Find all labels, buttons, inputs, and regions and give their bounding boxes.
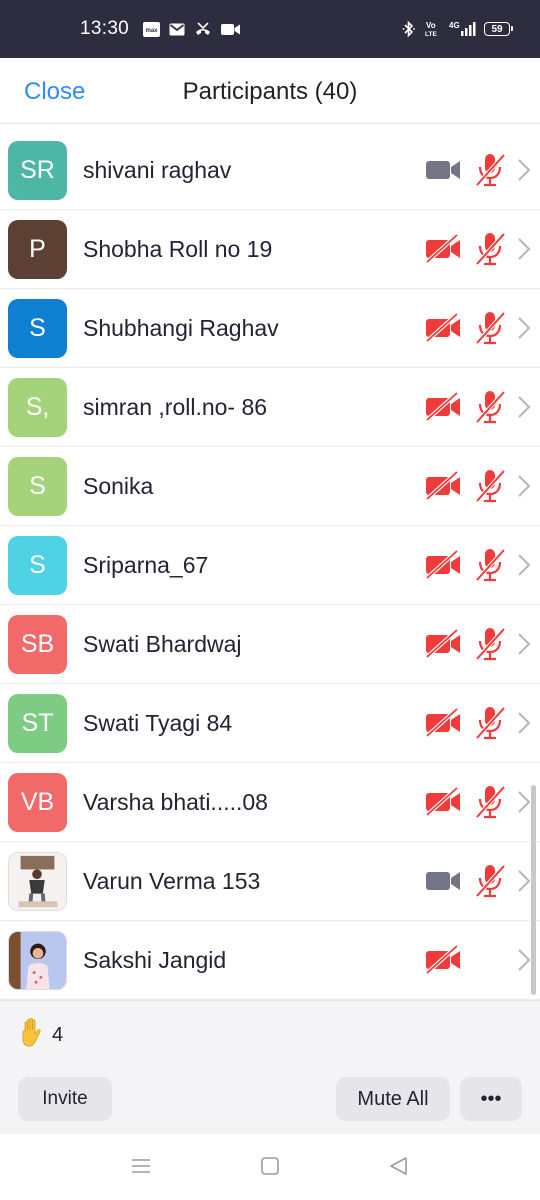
participant-row[interactable]: SB Swati Bhardwaj [0, 605, 540, 684]
participant-row[interactable]: S Shubhangi Raghav [0, 289, 540, 368]
mic-muted-icon [474, 626, 506, 662]
participant-list[interactable]: SR shivani raghav P Shobha Roll no 19 S Shubh… [0, 131, 540, 1000]
video-off-icon [424, 944, 462, 975]
participant-name: Sriparna_67 [83, 551, 209, 578]
participant-name: Swati Bhardwaj [83, 630, 242, 657]
volte-icon: Vo LTE [424, 20, 440, 38]
mic-muted-icon [474, 310, 506, 346]
status-right-icons: Vo LTE 4G 59 [402, 20, 513, 38]
chevron-right-icon[interactable] [516, 552, 532, 578]
missed-call-icon [194, 21, 212, 37]
participant-name: Swati Tyagi 84 [83, 709, 233, 736]
mic-muted-icon [474, 547, 506, 583]
avatar [8, 930, 67, 990]
participant-row[interactable]: P Shobha Roll no 19 [0, 210, 540, 289]
raised-hands-indicator[interactable]: 4 [18, 1017, 63, 1054]
participant-row[interactable]: VB Varsha bhati.....08 [0, 763, 540, 842]
mic-muted-icon [474, 863, 506, 899]
video-off-icon [424, 312, 462, 343]
mic-muted-icon [474, 389, 506, 425]
svg-text:max: max [146, 28, 159, 34]
chevron-right-icon[interactable] [516, 947, 532, 973]
max-app-icon: max [143, 21, 161, 37]
mic-muted-icon [474, 468, 506, 504]
chevron-right-icon[interactable] [516, 394, 532, 420]
scrollbar[interactable] [531, 785, 536, 995]
video-off-icon [424, 470, 462, 501]
svg-text:LTE: LTE [425, 31, 437, 38]
participant-name: simran ,roll.no- 86 [83, 393, 268, 420]
android-nav-bar [0, 1134, 540, 1200]
avatar [8, 851, 67, 911]
participant-row[interactable]: S Sriparna_67 [0, 526, 540, 605]
video-camera-icon [424, 866, 462, 896]
participant-name: Shubhangi Raghav [83, 314, 279, 341]
bluetooth-icon [402, 20, 416, 38]
participant-row[interactable]: Varun Verma 153 [0, 842, 540, 921]
participant-name: shivani raghav [83, 156, 232, 183]
avatar: ST [8, 693, 67, 753]
mic-muted-icon [474, 784, 506, 820]
avatar: SB [8, 614, 67, 674]
chevron-right-icon[interactable] [516, 236, 532, 262]
participant-name: Varsha bhati.....08 [83, 788, 268, 815]
participant-name: Varun Verma 153 [83, 867, 261, 894]
raised-hand-icon [18, 1017, 46, 1054]
avatar: S, [8, 377, 67, 437]
participant-name: Sonika [83, 472, 154, 499]
participant-row[interactable]: S Sonika [0, 447, 540, 526]
back-icon[interactable] [388, 1156, 408, 1181]
avatar: P [8, 219, 67, 279]
status-time: 13:30 [80, 18, 130, 39]
avatar: SR [8, 140, 67, 200]
avatar: S [8, 535, 67, 595]
avatar: S [8, 298, 67, 358]
svg-text:4G: 4G [449, 21, 460, 30]
gmail-icon [169, 23, 185, 36]
chevron-right-icon[interactable] [516, 157, 532, 183]
avatar: S [8, 456, 67, 516]
chevron-right-icon[interactable] [516, 315, 532, 341]
chevron-right-icon[interactable] [516, 868, 532, 894]
status-left-icons: max [143, 21, 241, 37]
svg-text:Vo: Vo [426, 21, 436, 30]
more-options-button[interactable]: ••• [460, 1077, 522, 1121]
mute-all-button[interactable]: Mute All [336, 1077, 450, 1121]
chevron-right-icon[interactable] [516, 473, 532, 499]
video-off-icon [424, 628, 462, 659]
menu-icon[interactable] [131, 1156, 151, 1181]
battery-icon: 59 [484, 22, 513, 36]
participant-row[interactable]: S, simran ,roll.no- 86 [0, 368, 540, 447]
avatar: VB [8, 772, 67, 832]
participant-name: Shobha Roll no 19 [83, 235, 273, 262]
mic-muted-icon [474, 152, 506, 188]
chevron-right-icon[interactable] [516, 710, 532, 736]
chevron-right-icon[interactable] [516, 631, 532, 657]
video-off-icon [424, 549, 462, 580]
status-bar: 13:30 max Vo LTE 4G 59 [0, 0, 540, 58]
participant-name: Sakshi Jangid [83, 946, 227, 973]
mic-muted-icon [474, 231, 506, 267]
video-camera-icon [221, 23, 241, 36]
video-off-icon [424, 233, 462, 264]
home-icon[interactable] [260, 1156, 280, 1181]
chevron-right-icon[interactable] [516, 789, 532, 815]
raised-hands-count: 4 [52, 1024, 64, 1046]
page-title: Participants (40) [182, 78, 358, 105]
participant-row[interactable]: Sakshi Jangid [0, 921, 540, 1000]
video-camera-icon [424, 155, 462, 185]
participants-header: Close Participants (40) [0, 58, 540, 124]
invite-button[interactable]: Invite [18, 1077, 112, 1121]
video-off-icon [424, 786, 462, 817]
mic-muted-icon [474, 705, 506, 741]
participant-row[interactable]: ST Swati Tyagi 84 [0, 684, 540, 763]
participants-footer: 4 Invite Mute All ••• [0, 1000, 540, 1134]
video-off-icon [424, 391, 462, 422]
4g-signal-icon: 4G [448, 20, 476, 38]
participant-row[interactable]: SR shivani raghav [0, 131, 540, 210]
video-off-icon [424, 707, 462, 738]
